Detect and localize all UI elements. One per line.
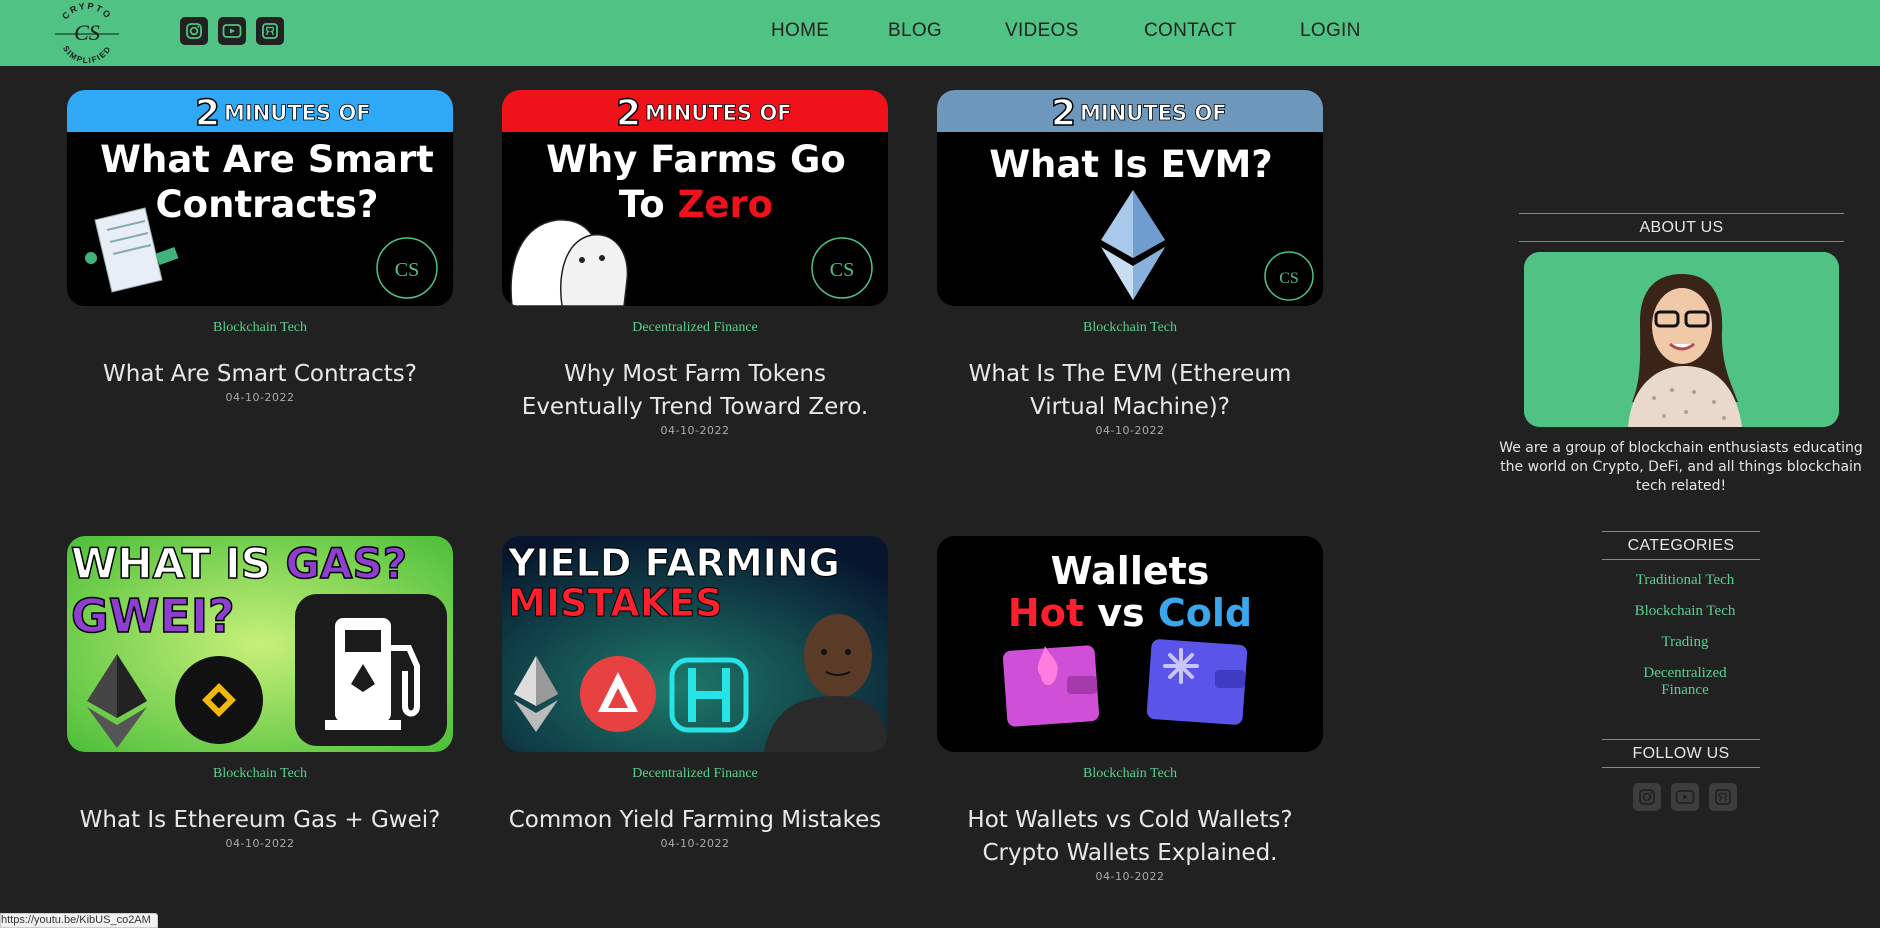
about-image: [1524, 252, 1839, 427]
post-thumbnail[interactable]: 2 MINUTES OF What Are Smart Contracts? C…: [67, 90, 453, 306]
svg-text:MISTAKES: MISTAKES: [508, 581, 722, 625]
post-title[interactable]: Why Most Farm Tokens Eventually Trend To…: [505, 358, 885, 424]
svg-text:What Are Smart: What Are Smart: [100, 138, 434, 181]
svg-text:CS: CS: [1279, 270, 1299, 287]
category-link-blockchain-tech[interactable]: Blockchain Tech: [1600, 603, 1770, 620]
post-card: 2 MINUTES OF What Is EVM? CS Blockchain …: [937, 90, 1323, 437]
cold-wallet-illustration: [1146, 639, 1248, 725]
site-logo[interactable]: CRYPTO CS SIMPLIFIED: [50, 0, 124, 65]
svg-text:CRYPTO: CRYPTO: [60, 1, 114, 22]
svg-text:Why Farms Go: Why Farms Go: [546, 138, 846, 181]
svg-text:MINUTES OF: MINUTES OF: [1080, 101, 1227, 125]
hot-wallet-illustration: [1002, 645, 1100, 727]
categories-heading: CATEGORIES: [1602, 531, 1760, 560]
svg-text:CS: CS: [74, 20, 100, 45]
nav-home[interactable]: HOME: [771, 20, 829, 42]
post-title[interactable]: Hot Wallets vs Cold Wallets? Crypto Wall…: [940, 804, 1320, 870]
nav-blog[interactable]: BLOG: [888, 20, 942, 42]
github-icon[interactable]: [1709, 783, 1737, 811]
post-thumbnail[interactable]: WHAT IS GAS? GWEI?: [67, 536, 453, 752]
post-thumbnail[interactable]: Wallets Hot vs Cold: [937, 536, 1323, 752]
post-card: 2 MINUTES OF What Are Smart Contracts? C…: [67, 90, 453, 404]
post-title[interactable]: What Is Ethereum Gas + Gwei?: [70, 804, 450, 837]
post-thumbnail[interactable]: YIELD FARMING MISTAKES: [502, 536, 888, 752]
instagram-icon[interactable]: [1633, 783, 1661, 811]
youtube-icon[interactable]: [1671, 783, 1699, 811]
svg-text:CS: CS: [830, 259, 854, 281]
category-link-traditional-tech[interactable]: Traditional Tech: [1600, 572, 1770, 589]
post-thumbnail[interactable]: 2 MINUTES OF What Is EVM? CS: [937, 90, 1323, 306]
svg-text:WHAT IS GAS?: WHAT IS GAS?: [71, 539, 407, 588]
svg-text:MINUTES OF: MINUTES OF: [645, 101, 792, 125]
post-date: 04-10-2022: [660, 424, 730, 437]
svg-text:SIMPLIFIED: SIMPLIFIED: [61, 44, 113, 64]
category-link-decentralized-finance[interactable]: Decentralized Finance: [1630, 665, 1740, 699]
svg-text:YIELD FARMING: YIELD FARMING: [507, 541, 840, 585]
category-list: Traditional Tech Blockchain Tech Trading…: [1600, 572, 1770, 713]
instagram-icon[interactable]: [180, 17, 208, 45]
github-icon[interactable]: [256, 17, 284, 45]
nav-login[interactable]: LOGIN: [1300, 20, 1361, 42]
svg-text:GWEI?: GWEI?: [71, 589, 235, 643]
header-social-links: [180, 17, 284, 45]
youtube-icon[interactable]: [218, 17, 246, 45]
post-date: 04-10-2022: [660, 837, 730, 850]
svg-text:To Zero: To Zero: [619, 183, 773, 226]
post-thumbnail[interactable]: 2 MINUTES OF Why Farms Go To Zero CS: [502, 90, 888, 306]
post-category[interactable]: Blockchain Tech: [937, 766, 1323, 782]
post-card: Wallets Hot vs Cold Blockchain Tech Hot …: [937, 536, 1323, 883]
svg-text:CS: CS: [395, 259, 419, 281]
nav-videos[interactable]: VIDEOS: [1005, 20, 1079, 42]
svg-text:Contracts?: Contracts?: [156, 183, 379, 226]
site-header: CRYPTO CS SIMPLIFIED HOME BLOG VIDEOS CO…: [0, 0, 1880, 66]
post-date: 04-10-2022: [1095, 424, 1165, 437]
post-card: YIELD FARMING MISTAKES Decentralized Fin…: [502, 536, 888, 850]
post-title[interactable]: What Are Smart Contracts?: [70, 358, 450, 391]
svg-text:MINUTES OF: MINUTES OF: [224, 101, 371, 125]
post-category[interactable]: Blockchain Tech: [67, 766, 453, 782]
post-category[interactable]: Blockchain Tech: [67, 320, 453, 336]
post-date: 04-10-2022: [1095, 870, 1165, 883]
svg-text:What Is EVM?: What Is EVM?: [989, 143, 1273, 186]
post-category[interactable]: Decentralized Finance: [502, 320, 888, 336]
nav-contact[interactable]: CONTACT: [1144, 20, 1237, 42]
binance-logo: [175, 656, 263, 744]
about-heading: ABOUT US: [1519, 213, 1844, 242]
post-category[interactable]: Decentralized Finance: [502, 766, 888, 782]
follow-heading: FOLLOW US: [1602, 739, 1760, 768]
post-title[interactable]: What Is The EVM (Ethereum Virtual Machin…: [940, 358, 1320, 424]
post-title[interactable]: Common Yield Farming Mistakes: [505, 804, 885, 837]
post-card: WHAT IS GAS? GWEI? Blockchain Tech What …: [67, 536, 453, 850]
post-date: 04-10-2022: [225, 391, 295, 404]
svg-text:2: 2: [616, 93, 641, 134]
follow-social-links: [1633, 783, 1737, 811]
category-link-trading[interactable]: Trading: [1600, 634, 1770, 651]
about-text: We are a group of blockchain enthusiasts…: [1499, 440, 1863, 494]
svg-text:2: 2: [1051, 93, 1076, 134]
svg-text:Hot vs Cold: Hot vs Cold: [1008, 591, 1252, 635]
avalanche-logo: [580, 656, 656, 732]
post-card: 2 MINUTES OF Why Farms Go To Zero CS Dec…: [502, 90, 888, 437]
post-date: 04-10-2022: [225, 837, 295, 850]
svg-text:Wallets: Wallets: [1051, 549, 1210, 593]
svg-text:2: 2: [195, 93, 220, 134]
post-category[interactable]: Blockchain Tech: [937, 320, 1323, 336]
gas-pump-illustration: [295, 594, 447, 746]
